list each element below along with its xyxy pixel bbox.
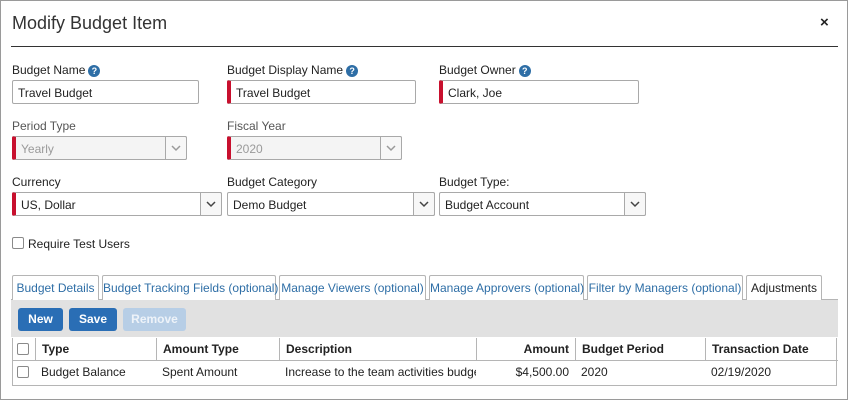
period-type-select: Yearly bbox=[12, 136, 187, 160]
budget-owner-label-text: Budget Owner bbox=[439, 63, 516, 77]
fiscal-year-select: 2020 bbox=[227, 136, 402, 160]
budget-display-name-input[interactable]: Travel Budget bbox=[227, 80, 416, 104]
help-icon[interactable]: ? bbox=[346, 65, 359, 77]
row-checkbox[interactable] bbox=[17, 366, 29, 378]
column-header-transaction-date[interactable]: Transaction Date bbox=[705, 338, 837, 361]
chevron-down-icon[interactable] bbox=[624, 192, 646, 216]
budget-display-name-label: Budget Display Name? bbox=[227, 63, 359, 77]
tab-manage-approvers[interactable]: Manage Approvers (optional) bbox=[429, 275, 584, 300]
budget-category-select[interactable]: Demo Budget bbox=[227, 192, 435, 216]
help-icon[interactable]: ? bbox=[518, 65, 531, 77]
row-select-cell bbox=[13, 361, 35, 384]
new-button[interactable]: New bbox=[18, 308, 63, 331]
budget-owner-label: Budget Owner? bbox=[439, 63, 531, 77]
tab-budget-tracking-fields[interactable]: Budget Tracking Fields (optional) bbox=[102, 275, 278, 300]
save-button[interactable]: Save bbox=[69, 308, 117, 331]
table-row[interactable]: Budget Balance Spent Amount Increase to … bbox=[13, 361, 838, 384]
grid-header-row: Type Amount Type Description Amount Budg… bbox=[13, 338, 838, 361]
budget-category-label: Budget Category bbox=[227, 175, 318, 189]
budget-name-input[interactable]: Travel Budget bbox=[12, 80, 199, 104]
column-header-type[interactable]: Type bbox=[35, 338, 156, 361]
cell-amount: $4,500.00 bbox=[515, 365, 569, 379]
chevron-down-icon[interactable] bbox=[413, 192, 435, 216]
adjustments-grid: Type Amount Type Description Amount Budg… bbox=[12, 338, 838, 386]
require-test-users-checkbox[interactable] bbox=[12, 237, 24, 249]
budget-owner-value: Clark, Joe bbox=[448, 86, 503, 100]
currency-select[interactable]: US, Dollar bbox=[12, 192, 222, 216]
cell-description: Increase to the team activities budget bbox=[285, 365, 476, 379]
chevron-down-icon bbox=[165, 136, 187, 160]
dialog-title: Modify Budget Item bbox=[12, 13, 168, 33]
fiscal-year-value: 2020 bbox=[236, 142, 263, 156]
budget-type-value: Budget Account bbox=[445, 198, 530, 212]
column-header-description[interactable]: Description bbox=[279, 338, 476, 361]
close-icon[interactable]: × bbox=[820, 14, 829, 31]
select-all-cell bbox=[13, 338, 35, 361]
tab-manage-viewers[interactable]: Manage Viewers (optional) bbox=[279, 275, 426, 300]
modify-budget-item-dialog: Modify Budget Item × Budget Name? Travel… bbox=[0, 0, 848, 400]
budget-display-name-label-text: Budget Display Name bbox=[227, 63, 344, 77]
remove-button: Remove bbox=[123, 308, 186, 331]
title-divider bbox=[11, 46, 838, 47]
grid-bottom-border bbox=[12, 385, 837, 386]
require-test-users-label: Require Test Users bbox=[28, 237, 130, 251]
cell-amount-type: Spent Amount bbox=[162, 365, 238, 379]
period-type-label: Period Type bbox=[12, 119, 76, 133]
fiscal-year-label: Fiscal Year bbox=[227, 119, 286, 133]
cell-budget-period: 2020 bbox=[581, 365, 608, 379]
cell-type: Budget Balance bbox=[41, 365, 126, 379]
select-all-checkbox[interactable] bbox=[17, 343, 29, 355]
help-icon[interactable]: ? bbox=[88, 65, 101, 77]
budget-display-name-value: Travel Budget bbox=[236, 86, 311, 100]
budget-type-label: Budget Type: bbox=[439, 175, 510, 189]
budget-name-value: Travel Budget bbox=[18, 86, 93, 100]
chevron-down-icon bbox=[380, 136, 402, 160]
period-type-value: Yearly bbox=[21, 142, 54, 156]
currency-label: Currency bbox=[12, 175, 61, 189]
budget-category-value: Demo Budget bbox=[233, 198, 307, 212]
tab-budget-details[interactable]: Budget Details bbox=[12, 275, 99, 300]
column-header-amount[interactable]: Amount bbox=[476, 338, 575, 361]
budget-owner-input[interactable]: Clark, Joe bbox=[439, 80, 639, 104]
chevron-down-icon[interactable] bbox=[200, 192, 222, 216]
budget-name-label-text: Budget Name bbox=[12, 63, 86, 77]
budget-type-select[interactable]: Budget Account bbox=[439, 192, 646, 216]
tab-filter-by-managers[interactable]: Filter by Managers (optional) bbox=[587, 275, 743, 300]
tab-adjustments[interactable]: Adjustments bbox=[746, 275, 822, 301]
cell-transaction-date: 02/19/2020 bbox=[711, 365, 772, 379]
budget-name-label: Budget Name? bbox=[12, 63, 101, 77]
currency-value: US, Dollar bbox=[21, 198, 76, 212]
column-header-budget-period[interactable]: Budget Period bbox=[575, 338, 705, 361]
column-header-amount-type[interactable]: Amount Type bbox=[156, 338, 279, 361]
